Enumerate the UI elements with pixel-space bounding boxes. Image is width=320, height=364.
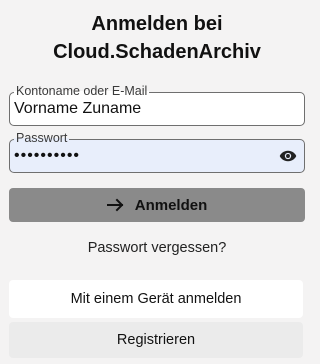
page-title: Anmelden bei Cloud.SchadenArchiv [0,10,314,66]
page-title-line1: Anmelden bei [91,13,223,35]
username-field[interactable]: Kontoname oder E-Mail [9,84,305,126]
eye-icon[interactable] [279,149,297,163]
login-button[interactable]: Anmelden [9,188,305,222]
username-label: Kontoname oder E-Mail [14,84,150,98]
password-field[interactable]: Passwort [9,131,305,173]
username-input[interactable] [14,99,274,119]
device-login-button[interactable]: Mit einem Gerät anmelden [9,280,303,318]
login-button-label: Anmelden [134,196,208,214]
password-input[interactable] [14,146,264,166]
forgot-password-link[interactable]: Passwort vergessen? [0,240,314,256]
page-title-line2: Cloud.SchadenArchiv [53,41,261,63]
register-button[interactable]: Registrieren [9,322,303,358]
arrow-right-icon [106,198,124,212]
password-label: Passwort [14,131,70,145]
